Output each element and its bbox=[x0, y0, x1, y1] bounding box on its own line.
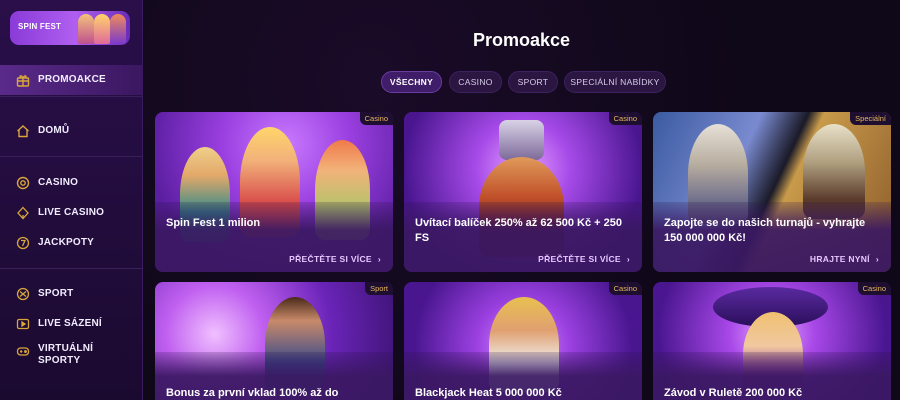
link-label: PŘEČTĚTE SI VÍCE bbox=[289, 254, 372, 264]
category-badge: Casino bbox=[608, 282, 642, 295]
sidebar-item-live-casino[interactable]: LIVE CASINO bbox=[0, 198, 143, 228]
category-badge: Speciální bbox=[850, 112, 891, 125]
sidebar: SPIN FEST PROMOAKCE DOMŮ CASINO LIVE CAS… bbox=[0, 0, 143, 400]
gamepad-icon bbox=[16, 344, 30, 358]
sidebar-item-casino[interactable]: CASINO bbox=[0, 168, 143, 198]
promo-card[interactable]: Casino Závod v Ruletě 200 000 Kč bbox=[653, 282, 891, 400]
divider bbox=[0, 156, 143, 157]
promo-title: Blackjack Heat 5 000 000 Kč bbox=[415, 387, 562, 399]
clubs-icon bbox=[16, 206, 30, 220]
sidebar-item-label: SPORT bbox=[38, 288, 74, 299]
play-icon bbox=[16, 317, 30, 331]
promo-title: Bonus za první vklad 100% až do bbox=[166, 387, 339, 399]
promo-title: Spin Fest 1 milion bbox=[166, 217, 261, 229]
brand-character-icon bbox=[110, 14, 126, 44]
category-badge: Casino bbox=[608, 112, 642, 125]
promo-title: Závod v Ruletě 200 000 Kč bbox=[664, 387, 803, 399]
seven-icon bbox=[16, 236, 30, 250]
filter-all[interactable]: VŠECHNY bbox=[381, 71, 442, 93]
sidebar-item-home[interactable]: DOMŮ bbox=[0, 116, 143, 146]
sidebar-item-promotions[interactable]: PROMOAKCE bbox=[0, 65, 143, 95]
promo-card[interactable]: Casino Uvítací balíček 250% až 62 500 Kč… bbox=[404, 112, 642, 272]
sidebar-item-live-betting[interactable]: LIVE SÁZENÍ bbox=[0, 309, 143, 339]
filter-casino[interactable]: CASINO bbox=[449, 71, 502, 93]
ball-icon bbox=[16, 287, 30, 301]
sidebar-item-label: PROMOAKCE bbox=[38, 74, 106, 85]
read-more-link[interactable]: PŘEČTĚTE SI VÍCE › bbox=[289, 253, 381, 265]
brand-name: SPIN FEST bbox=[18, 22, 62, 31]
brand-character-icon bbox=[94, 14, 110, 44]
main-content: Promoakce VŠECHNY CASINO SPORT SPECIÁLNÍ… bbox=[143, 0, 900, 400]
casino-chip-icon bbox=[16, 176, 30, 190]
promo-card[interactable]: Casino Spin Fest 1 milion PŘEČTĚTE SI VÍ… bbox=[155, 112, 393, 272]
page-title: Promoakce bbox=[472, 30, 571, 50]
promo-title: Uvítací balíček 250% až 62 500 Kč + 250 … bbox=[415, 217, 623, 244]
divider bbox=[0, 268, 143, 269]
category-badge: Sport bbox=[365, 282, 393, 295]
brand-logo[interactable]: SPIN FEST bbox=[10, 11, 130, 45]
sidebar-item-virtual-sports[interactable]: VIRTUÁLNÍ SPORTY bbox=[0, 339, 143, 373]
sidebar-item-jackpots[interactable]: JACKPOTY bbox=[0, 228, 143, 258]
filter-sport[interactable]: SPORT bbox=[508, 71, 558, 93]
sidebar-item-label: LIVE SÁZENÍ bbox=[38, 318, 102, 329]
filter-tabs: VŠECHNY CASINO SPORT SPECIÁLNÍ NABÍDKY bbox=[143, 71, 900, 93]
divider bbox=[0, 96, 143, 97]
category-badge: Casino bbox=[857, 282, 891, 295]
sidebar-item-label: VIRTUÁLNÍ SPORTY bbox=[38, 343, 94, 366]
sidebar-item-label: JACKPOTY bbox=[38, 237, 95, 248]
sidebar-item-label: LIVE CASINO bbox=[38, 207, 105, 218]
promo-card[interactable]: Sport Bonus za první vklad 100% až do bbox=[155, 282, 393, 400]
promo-card[interactable]: Speciální Zapojte se do našich turnajů -… bbox=[653, 112, 891, 272]
chevron-right-icon: › bbox=[875, 254, 879, 264]
brand-character-icon bbox=[78, 14, 94, 44]
sidebar-item-sport[interactable]: SPORT bbox=[0, 279, 143, 309]
read-more-link[interactable]: PŘEČTĚTE SI VÍCE › bbox=[538, 253, 630, 265]
chevron-right-icon: › bbox=[377, 254, 381, 264]
category-badge: Casino bbox=[359, 112, 393, 125]
home-icon bbox=[16, 124, 30, 138]
promo-card[interactable]: Casino Blackjack Heat 5 000 000 Kč bbox=[404, 282, 642, 400]
sidebar-item-label: DOMŮ bbox=[38, 125, 70, 136]
promo-title: Zapojte se do našich turnajů - vyhrajte … bbox=[664, 217, 866, 244]
link-label: PŘEČTĚTE SI VÍCE bbox=[538, 254, 621, 264]
link-label: HRAJTE NYNÍ bbox=[809, 254, 870, 264]
play-now-link[interactable]: HRAJTE NYNÍ › bbox=[810, 253, 879, 265]
chevron-right-icon: › bbox=[626, 254, 630, 264]
filter-special-offers[interactable]: SPECIÁLNÍ NABÍDKY bbox=[564, 71, 666, 93]
sidebar-item-label: CASINO bbox=[38, 177, 79, 188]
gift-icon bbox=[16, 73, 30, 87]
